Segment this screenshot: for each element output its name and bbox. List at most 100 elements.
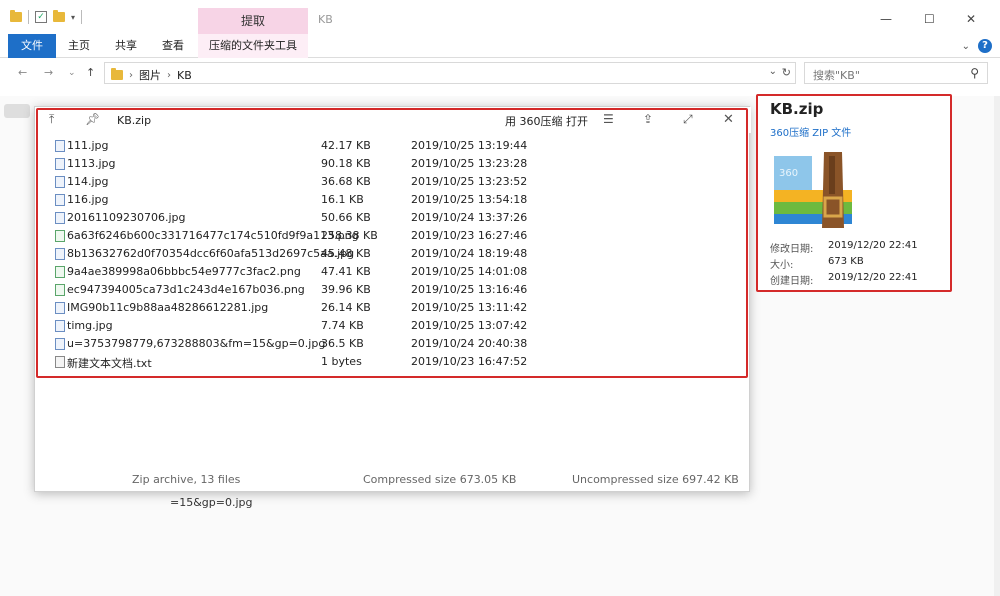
vertical-scrollbar[interactable] — [994, 96, 1000, 596]
search-box[interactable]: 搜索"KB" ⚲ — [804, 62, 988, 84]
table-row[interactable]: 6a63f6246b600c331716477c174c510fd9f9a113… — [53, 227, 743, 245]
modified-label: 修改日期: — [770, 244, 814, 255]
address-bar-row: ← → ⌄ ↑ › 图片 › KB ⌄ ↻ 搜索"KB" ⚲ — [0, 60, 1000, 86]
file-date: 2019/10/25 13:19:44 — [411, 139, 528, 152]
file-name: 8b13632762d0f70354dcc6f60afa513d2697c5aa… — [67, 247, 355, 260]
context-tab-extract[interactable]: 提取 — [198, 8, 308, 34]
created-label: 创建日期: — [770, 276, 814, 287]
tab-home[interactable]: 主页 — [68, 34, 90, 58]
chevron-down-icon[interactable]: ⌄ — [962, 41, 970, 52]
details-file-name: KB.zip — [770, 100, 824, 118]
file-date: 2019/10/23 16:27:46 — [411, 229, 528, 242]
search-icon[interactable]: ⚲ — [970, 66, 979, 80]
file-name: timg.jpg — [67, 319, 113, 332]
file-name: 114.jpg — [67, 175, 109, 188]
image-file-icon — [55, 176, 65, 188]
file-size: 39.96 KB — [321, 283, 371, 296]
address-dropdown-icon[interactable]: ⌄ — [769, 66, 777, 77]
table-row[interactable]: 9a4ae389998a06bbbc54e9777c3fac2.png 47.41… — [53, 263, 743, 281]
file-size: 7.74 KB — [321, 319, 364, 332]
preview-footer: Zip archive, 13 files Compressed size 67… — [35, 473, 751, 491]
table-row[interactable]: u=3753798779,673288803&fm=15&gp=0.jpg 36.… — [53, 335, 743, 353]
file-date: 2019/10/25 13:16:46 — [411, 283, 528, 296]
image-file-icon — [55, 284, 65, 296]
ribbon-tabs: 文件 主页 共享 查看 压缩的文件夹工具 ⌄ ? — [0, 34, 1000, 58]
table-row[interactable]: 8b13632762d0f70354dcc6f60afa513d2697c5aa… — [53, 245, 743, 263]
file-name: 9a4ae389998a06bbbc54e9777c3fac2.png — [67, 265, 301, 278]
table-row[interactable]: IMG90b11c9b88aa48286612281.jpg 26.14 KB 20… — [53, 299, 743, 317]
minimize-button[interactable]: — — [880, 12, 892, 26]
window-title: KB — [318, 13, 333, 26]
table-row[interactable]: timg.jpg 7.74 KB 2019/10/25 13:07:42 — [53, 317, 743, 335]
created-value: 2019/12/20 22:41 — [828, 272, 918, 283]
svg-text:360: 360 — [779, 168, 798, 179]
tab-file[interactable]: 文件 — [8, 34, 56, 58]
breadcrumb-item[interactable]: KB — [177, 69, 192, 82]
file-size: 45.48 KB — [321, 247, 371, 260]
recent-locations-icon[interactable]: ⌄ — [68, 68, 76, 78]
close-button[interactable]: ✕ — [966, 12, 976, 26]
new-folder-icon[interactable] — [53, 10, 65, 22]
table-row[interactable]: 111.jpg 42.17 KB 2019/10/25 13:19:44 — [53, 137, 743, 155]
background-file-caption: =15&gp=0.jpg — [170, 496, 253, 510]
file-size: 47.41 KB — [321, 265, 371, 278]
customize-toolbar-icon[interactable]: ▾ — [71, 13, 75, 22]
table-row[interactable]: 20161109230706.jpg 50.66 KB 2019/10/24 13:… — [53, 209, 743, 227]
tab-view[interactable]: 查看 — [162, 34, 184, 58]
quick-access-toolbar: ✓ ▾ — [10, 10, 83, 24]
forward-arrow-icon[interactable]: → — [44, 66, 53, 79]
ribbon-right-controls: ⌄ ? — [962, 39, 992, 53]
file-name: ec947394005ca73d1c243d4e167b036.png — [67, 283, 305, 296]
folder-icon — [111, 68, 123, 80]
image-file-icon — [55, 230, 65, 242]
file-size: 42.17 KB — [321, 139, 371, 152]
file-size: 36.5 KB — [321, 337, 364, 350]
properties-icon[interactable]: ✓ — [35, 11, 47, 23]
image-file-icon — [55, 158, 65, 170]
breadcrumb-item[interactable]: 图片 — [139, 67, 161, 83]
table-row[interactable]: 1113.jpg 90.18 KB 2019/10/25 13:23:28 — [53, 155, 743, 173]
tab-share[interactable]: 共享 — [115, 34, 137, 58]
file-date: 2019/10/25 13:23:28 — [411, 157, 528, 170]
chevron-right-icon[interactable]: › — [167, 70, 171, 81]
text-file-icon — [55, 356, 65, 368]
up-arrow-icon[interactable]: ↑ — [86, 66, 95, 79]
refresh-icon[interactable]: ↻ — [782, 66, 791, 79]
breadcrumb: › 图片 › KB — [111, 67, 192, 83]
footer-uncompressed-size: Uncompressed size 697.42 KB — [572, 473, 739, 486]
explorer-window: ✓ ▾ 提取 KB — ☐ ✕ 文件 主页 共享 查看 压缩的文件夹工具 ⌄ ?… — [0, 0, 1000, 596]
image-file-icon — [55, 194, 65, 206]
file-size: 1 bytes — [321, 355, 362, 368]
image-file-icon — [55, 212, 65, 224]
file-size: 258.38 KB — [321, 229, 378, 242]
image-file-icon — [55, 302, 65, 314]
footer-compressed-size: Compressed size 673.05 KB — [363, 473, 517, 486]
file-date: 2019/10/24 20:40:38 — [411, 337, 528, 350]
details-pane: KB.zip 360压缩 ZIP 文件 360 修改日期: 2019/12/20… — [756, 94, 952, 292]
address-field[interactable]: › 图片 › KB ⌄ ↻ — [104, 62, 796, 84]
caption-line: =15&gp=0.jpg — [170, 496, 253, 509]
table-row[interactable]: 114.jpg 36.68 KB 2019/10/25 13:23:52 — [53, 173, 743, 191]
details-file-type: 360压缩 ZIP 文件 — [770, 128, 852, 139]
file-date: 2019/10/25 13:07:42 — [411, 319, 528, 332]
footer-file-count: Zip archive, 13 files — [132, 473, 241, 486]
file-date: 2019/10/25 13:54:18 — [411, 193, 528, 206]
table-row[interactable]: 新建文本文档.txt 1 bytes 2019/10/23 16:47:52 — [53, 353, 743, 371]
folder-icon[interactable] — [10, 10, 22, 22]
file-name: 20161109230706.jpg — [67, 211, 186, 224]
file-name: 116.jpg — [67, 193, 109, 206]
chevron-right-icon[interactable]: › — [129, 70, 133, 81]
table-row[interactable]: 116.jpg 16.1 KB 2019/10/25 13:54:18 — [53, 191, 743, 209]
back-arrow-icon[interactable]: ← — [18, 66, 27, 79]
file-name: 6a63f6246b600c331716477c174c510fd9f9a113… — [67, 229, 359, 242]
table-row[interactable]: ec947394005ca73d1c243d4e167b036.png 39.96… — [53, 281, 743, 299]
size-value: 673 KB — [828, 256, 864, 267]
size-label: 大小: — [770, 260, 794, 271]
tab-compressed-folder-tools[interactable]: 压缩的文件夹工具 — [198, 34, 308, 58]
file-date: 2019/10/24 18:19:48 — [411, 247, 528, 260]
help-icon[interactable]: ? — [978, 39, 992, 53]
maximize-button[interactable]: ☐ — [924, 12, 935, 26]
file-date: 2019/10/24 13:37:26 — [411, 211, 528, 224]
file-date: 2019/10/25 13:11:42 — [411, 301, 528, 314]
title-bar: ✓ ▾ 提取 KB — ☐ ✕ — [0, 0, 1000, 34]
